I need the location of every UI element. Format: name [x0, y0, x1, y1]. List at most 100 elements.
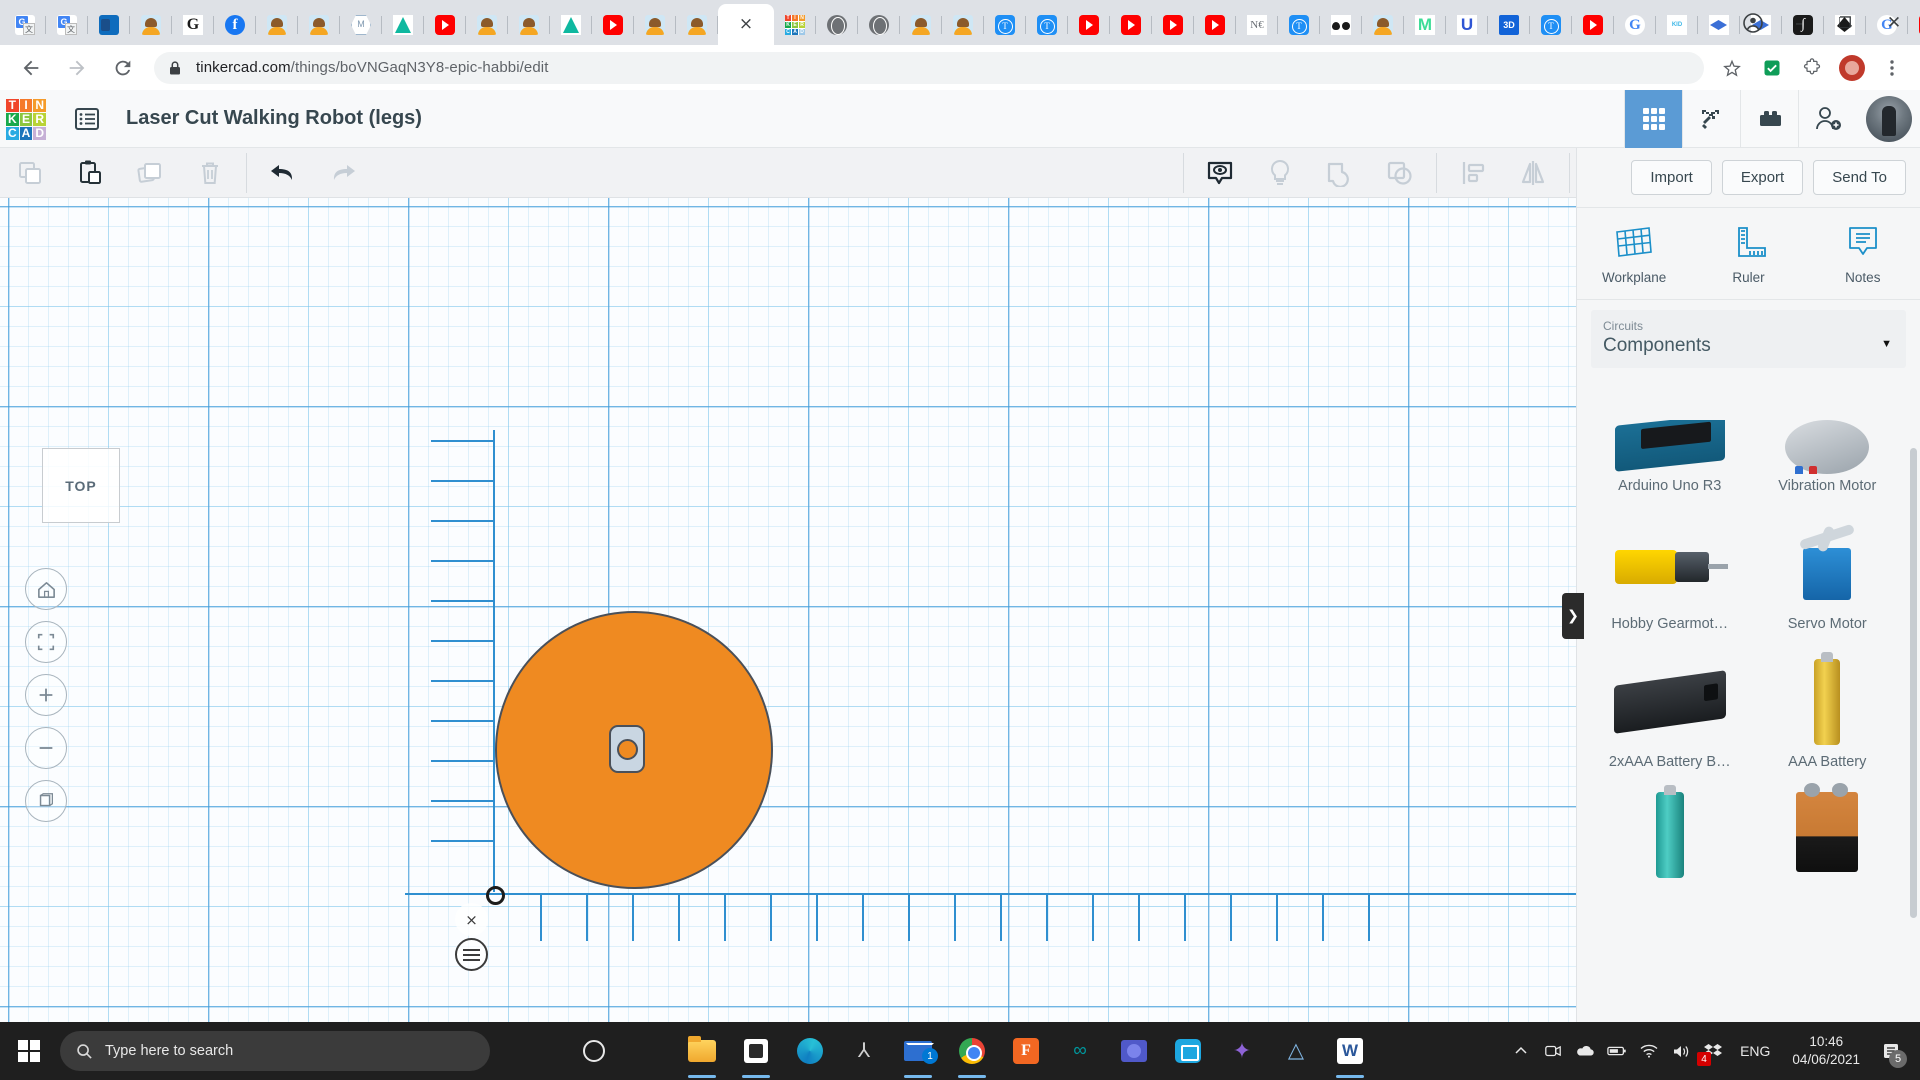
browser-tab[interactable]: M — [340, 5, 382, 45]
address-bar[interactable]: tinkercad.com/things/boVNGaqN3Y8-epic-ha… — [154, 51, 1704, 84]
zoom-in-button[interactable] — [25, 674, 67, 716]
back-arrow-icon[interactable] — [14, 51, 48, 85]
browser-account-avatar[interactable] — [1835, 51, 1869, 85]
browser-tab[interactable] — [676, 5, 718, 45]
ruler-origin-handle[interactable] — [486, 886, 505, 905]
minecraft-pickaxe-icon[interactable] — [1682, 90, 1740, 148]
browser-tab[interactable] — [466, 5, 508, 45]
volume-icon[interactable] — [1666, 1022, 1696, 1080]
browser-tab[interactable]: f — [214, 5, 256, 45]
redo-button[interactable] — [313, 148, 373, 198]
grid-view-icon[interactable] — [1624, 90, 1682, 148]
shape-hole[interactable] — [609, 725, 645, 773]
visual-studio-button[interactable]: ✦ — [1216, 1022, 1268, 1080]
component-item[interactable] — [1591, 784, 1749, 902]
screen-record-icon[interactable] — [1538, 1022, 1568, 1080]
forward-arrow-icon[interactable] — [60, 51, 94, 85]
home-view-button[interactable] — [25, 568, 67, 610]
browser-tab[interactable] — [88, 5, 130, 45]
browser-tab[interactable] — [634, 5, 676, 45]
browser-tab[interactable]: G — [172, 5, 214, 45]
send-to-button[interactable]: Send To — [1813, 160, 1906, 195]
browser-tab[interactable]: U — [1446, 5, 1488, 45]
view-cube[interactable]: TOP — [42, 448, 120, 523]
browser-tab[interactable] — [1194, 5, 1236, 45]
import-button[interactable]: Import — [1631, 160, 1712, 195]
three-dot-menu-icon[interactable] — [1875, 51, 1909, 85]
browser-tab[interactable]: 3D — [1488, 5, 1530, 45]
browser-tab[interactable]: T — [984, 5, 1026, 45]
browser-tab[interactable] — [1572, 5, 1614, 45]
browser-tab[interactable]: G文 — [4, 5, 46, 45]
view-mode-button[interactable] — [25, 780, 67, 822]
ruler-menu-icon[interactable] — [455, 938, 488, 971]
browser-tab[interactable] — [382, 5, 424, 45]
invite-person-icon[interactable] — [1798, 90, 1856, 148]
edge-button[interactable] — [784, 1022, 836, 1080]
user-avatar[interactable] — [1866, 96, 1912, 142]
file-explorer-button[interactable] — [676, 1022, 728, 1080]
tinkercad-logo[interactable]: TINKERCAD — [6, 98, 46, 140]
browser-tab[interactable]: T — [1026, 5, 1068, 45]
component-item[interactable]: 2xAAA Battery B… — [1591, 646, 1749, 784]
extension-checkmark-icon[interactable] — [1755, 51, 1789, 85]
browser-tab[interactable] — [550, 5, 592, 45]
close-tab-icon[interactable]: × — [739, 16, 753, 33]
tab-tinkercad-favicon[interactable]: TIN KER CAD — [774, 5, 816, 45]
notification-center-button[interactable]: 5 — [1872, 1022, 1910, 1080]
teams-button[interactable] — [1108, 1022, 1160, 1080]
browser-tab[interactable] — [816, 5, 858, 45]
browser-tab[interactable] — [424, 5, 466, 45]
workplane-tool[interactable]: Workplane — [1577, 208, 1691, 299]
browser-tab[interactable]: T — [1278, 5, 1320, 45]
browser-tab[interactable] — [1110, 5, 1152, 45]
library-selector[interactable]: Circuits Components ▼ — [1591, 310, 1906, 368]
browser-tab[interactable]: G文 — [46, 5, 88, 45]
browser-tab[interactable] — [1152, 5, 1194, 45]
word-button[interactable]: W — [1324, 1022, 1376, 1080]
browser-tab[interactable] — [900, 5, 942, 45]
component-item[interactable] — [1749, 783, 1907, 902]
browser-tab[interactable] — [130, 5, 172, 45]
browser-tab[interactable] — [942, 5, 984, 45]
component-item[interactable]: Vibration Motor — [1749, 420, 1907, 508]
dropbox-icon[interactable]: 4 — [1697, 1022, 1728, 1080]
browser-tab[interactable] — [592, 5, 634, 45]
chevron-up-icon[interactable] — [1506, 1022, 1536, 1080]
chrome-button[interactable] — [946, 1022, 998, 1080]
component-library-grid[interactable]: Arduino Uno R3 Vibration Motor Hobby Gea… — [1577, 416, 1920, 1022]
browser-tab[interactable] — [1698, 5, 1740, 45]
autodesk-button[interactable]: △ — [1270, 1022, 1322, 1080]
browser-tab[interactable] — [1362, 5, 1404, 45]
browser-tab[interactable]: T — [1530, 5, 1572, 45]
mail-button[interactable]: 1 — [892, 1022, 944, 1080]
align-button[interactable] — [1443, 148, 1503, 198]
panel-scrollbar[interactable] — [1910, 448, 1917, 918]
export-button[interactable]: Export — [1721, 160, 1804, 195]
component-item[interactable]: Arduino Uno R3 — [1591, 420, 1749, 508]
fusion-360-button[interactable]: F — [1000, 1022, 1052, 1080]
fit-to-view-button[interactable] — [25, 621, 67, 663]
browser-tab[interactable] — [256, 5, 298, 45]
mirror-button[interactable] — [1503, 148, 1563, 198]
browser-tab[interactable]: M — [1404, 5, 1446, 45]
camera-button[interactable] — [1162, 1022, 1214, 1080]
microsoft-store-button[interactable] — [730, 1022, 782, 1080]
browser-profile-button[interactable] — [1736, 6, 1770, 40]
ungroup-button[interactable] — [1370, 148, 1430, 198]
arduino-ide-button[interactable]: ∞ — [1054, 1022, 1106, 1080]
windows-start-button[interactable] — [0, 1022, 58, 1080]
browser-tab[interactable]: G — [1614, 5, 1656, 45]
show-hide-button[interactable] — [1190, 148, 1250, 198]
paste-button[interactable] — [60, 148, 120, 198]
clock-widget[interactable]: 10:46 04/06/2021 — [1782, 1033, 1870, 1069]
browser-tab[interactable] — [298, 5, 340, 45]
collapse-panel-button[interactable]: ❯ — [1562, 593, 1584, 639]
extensions-puzzle-icon[interactable] — [1795, 51, 1829, 85]
cortana-button[interactable] — [568, 1022, 620, 1080]
minimize-window-button[interactable]: – — [1776, 0, 1822, 45]
browser-tab[interactable]: KID — [1656, 5, 1698, 45]
active-tab-tinkercad[interactable]: × — [718, 4, 774, 45]
component-item[interactable]: AAA Battery — [1749, 646, 1907, 784]
copy-button[interactable] — [0, 148, 60, 198]
